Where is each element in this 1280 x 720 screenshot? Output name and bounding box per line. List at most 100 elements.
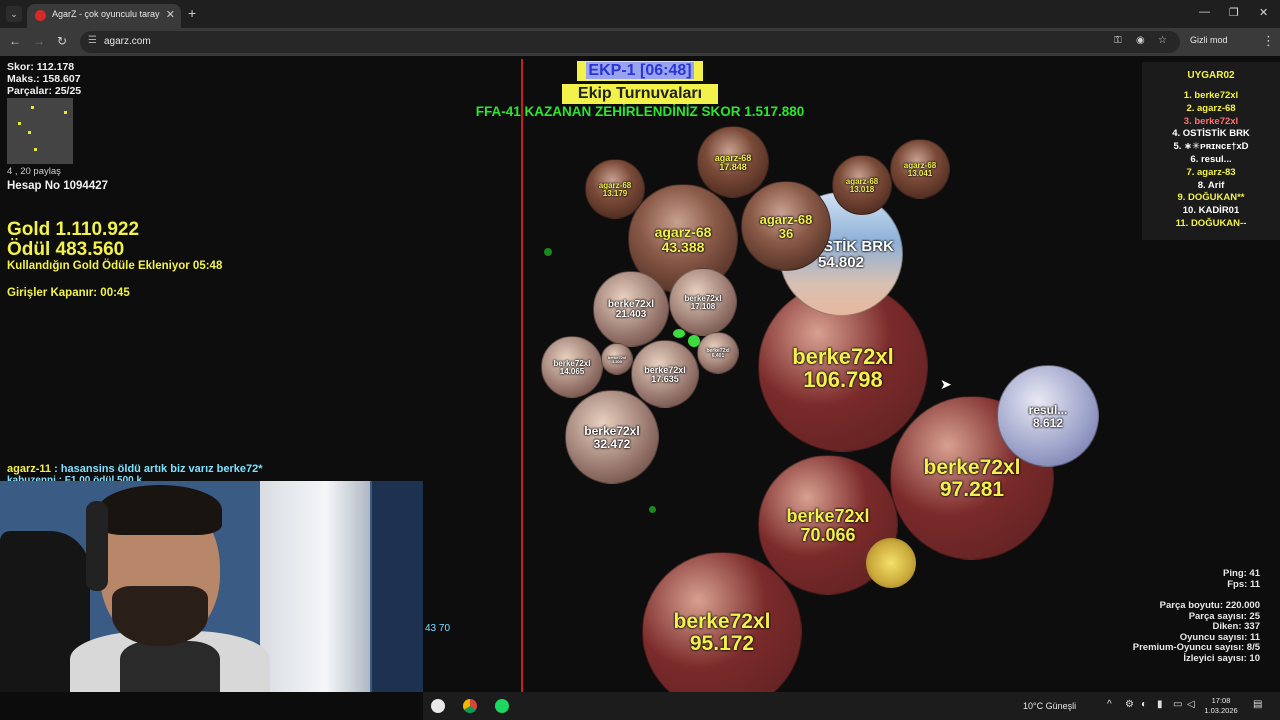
webcam-window-light (260, 481, 370, 692)
app-icon[interactable] (431, 699, 445, 713)
browser-tab-bar: ⌄ AgarZ - çok oyunculu tarayıcı o ✕ + — … (0, 0, 1280, 28)
connection-stats: Ping: 41 Fps: 11 (1180, 568, 1260, 590)
cell-player-name: agarz-68 (759, 212, 813, 228)
parts-text: Parçalar: 25/25 (7, 85, 82, 97)
cell-label: berke72xl 70.066 (759, 507, 897, 545)
player-cell: berke72xl 17.108 (669, 268, 737, 336)
cell-mass: 36 (778, 225, 794, 241)
cell-label: berke72xl 17.635 (632, 365, 698, 385)
notifications-icon[interactable]: ▤ (1253, 699, 1262, 710)
cell-label: agarz-68 13.018 (833, 177, 891, 195)
ping-text: Ping: 41 (1223, 568, 1260, 579)
tray-app-icon[interactable]: ⚙ (1125, 699, 1134, 710)
cell-mass: 21.403 (615, 309, 647, 320)
gold-panel: Gold 1.110.922 Ödül 483.560 (7, 220, 139, 260)
browser-menu-icon[interactable]: ⋮ (1262, 33, 1275, 49)
cell-label: agarz-68 17.848 (698, 153, 768, 173)
cell-player-name: berke72xl (786, 506, 870, 527)
chrome-icon[interactable] (463, 699, 477, 713)
minimap-dot (64, 111, 67, 114)
cell-label: agarz-68 13.041 (891, 161, 949, 179)
address-bar: ← → ↻ ☰ agarz.com ⚿ ◉ ☆ Gizli mod ⋮ (0, 28, 1280, 56)
cell-mass: 32.472 (593, 436, 631, 451)
viewers-text: İzleyici sayısı: 10 (1183, 652, 1260, 664)
entries-timer: Girişler Kapanır: 00:45 (7, 287, 130, 299)
score-panel: Skor: 112.178 Maks.: 158.607 Parçalar: 2… (7, 61, 81, 97)
tray-app-icon[interactable]: ▮ (1157, 699, 1163, 710)
tab-close-icon[interactable]: ✕ (166, 8, 175, 21)
announcement-text: FFA-41 KAZANAN ZEHİRLENDİNİZ SKOR 1.517.… (475, 104, 805, 119)
window-close-icon[interactable]: ✕ (1259, 6, 1268, 19)
gold-value: Gold 1.110.922 (7, 219, 140, 240)
shares-text: 4 , 20 paylaş (7, 166, 61, 177)
player-cell: agarz-68 17.848 (697, 126, 769, 198)
cell-mass: 13.041 (907, 168, 933, 178)
coordinates-text: 43 70 (425, 623, 451, 634)
cell-label: agarz-68 36 (742, 213, 830, 240)
clock[interactable]: 17:08 1.03.2026 (1203, 696, 1239, 716)
ejected-mass (866, 538, 916, 588)
chat-message: agarz-11 : hasansins öldü artık biz varı… (7, 463, 263, 475)
minimap (7, 98, 73, 164)
score-text: Skor: 112.178 (7, 61, 75, 73)
food-pellet (649, 506, 656, 513)
tab-search-icon[interactable]: ⌄ (6, 6, 22, 22)
spotify-icon[interactable] (495, 699, 509, 713)
player-cell: agarz-68 13.179 (585, 159, 645, 219)
weather-text[interactable]: 10°C Güneşli (1023, 701, 1076, 711)
tracking-eye-icon[interactable]: ◉ (1136, 35, 1145, 46)
cell-mass: 14.065 (559, 366, 585, 376)
cell-label: agarz-68 13.179 (586, 181, 644, 199)
reload-icon[interactable]: ↻ (57, 34, 67, 48)
cell-mass: 8.612 (1032, 415, 1064, 430)
player-cell: berke72xl 32.472 (565, 390, 659, 484)
cell-mass: 13.018 (849, 184, 875, 194)
team-timer-banner: EKP-1 [06:48] (577, 61, 703, 81)
minimize-icon[interactable]: — (1199, 6, 1210, 18)
account-number: Hesap No 1094427 (7, 180, 109, 192)
mouse-cursor-icon: ➤ (940, 376, 952, 392)
cell-mass: 97.281 (939, 477, 1005, 501)
cell-label: berke72xl 14.065 (542, 359, 602, 377)
tray-app-icon[interactable]: ◐ (1141, 699, 1147, 710)
cell-label: berke72xl 6.401 (698, 348, 738, 360)
new-tab-icon[interactable]: + (188, 5, 196, 21)
browser-tab[interactable]: AgarZ - çok oyunculu tarayıcı o ✕ (27, 4, 181, 28)
clock-date: 1.03.2026 (1204, 706, 1238, 715)
cell-player-name: agarz-68 (654, 224, 712, 241)
password-key-icon[interactable]: ⚿ (1114, 35, 1122, 46)
server-stats: Parça boyutu: 220.000 Parça sayısı: 25 D… (1090, 600, 1260, 664)
tray-chevron-icon[interactable]: ^ (1107, 699, 1112, 710)
forward-icon[interactable]: → (33, 34, 45, 48)
cell-mass: 17.108 (690, 301, 716, 311)
webcam-beard (112, 586, 208, 646)
tournament-banner: Ekip Turnuvaları (562, 84, 718, 104)
leaderboard-entry: 2. agarz-68 (1186, 102, 1236, 114)
bookmark-star-icon[interactable]: ☆ (1158, 35, 1167, 46)
back-icon[interactable]: ← (9, 34, 21, 48)
game-canvas[interactable]: berke72xl 106.798 berke72xl 97.281 berke72xl… (0, 56, 1280, 692)
clock-time: 17:08 (1211, 696, 1231, 705)
team-timer: EKP-1 [06:48] (586, 62, 694, 79)
site-info-icon[interactable]: ☰ (88, 35, 97, 46)
incognito-label[interactable]: Gizli mod (1190, 35, 1228, 45)
premium-text: Premium-Oyuncu sayısı: 8/5 (1132, 642, 1260, 653)
webcam-overlay (0, 481, 423, 692)
webcam-shirt-collar (120, 641, 220, 692)
food-pellet (544, 248, 552, 256)
network-icon[interactable]: ▭ (1173, 699, 1182, 710)
cell-player-name: berke72xl (792, 343, 894, 369)
cell-label: berke72xl 95.172 (643, 610, 801, 655)
leaderboard-entry: 3. berke72xl (1183, 115, 1239, 127)
restore-icon[interactable]: ❐ (1229, 6, 1239, 19)
player-cell: berke72xl 3.500 (601, 343, 633, 375)
leaderboard-entry: 10. KADİR01 (1182, 205, 1240, 217)
leaderboard-entry: 5. ∗✳ᴘʀɪɴᴄᴇ†xD (1173, 141, 1249, 153)
url-field[interactable]: ☰ agarz.com ⚿ ◉ ☆ (80, 31, 1180, 53)
volume-icon[interactable]: ◁ (1187, 699, 1195, 710)
leaderboard-entry: 1. berke72xl (1183, 90, 1239, 101)
leaderboard-entry: 11. DOĞUKAN-- (1175, 218, 1247, 229)
cell-mass: 3.500 (611, 358, 622, 364)
cell-mass: 6.401 (711, 353, 725, 359)
food-pellet (688, 335, 700, 347)
